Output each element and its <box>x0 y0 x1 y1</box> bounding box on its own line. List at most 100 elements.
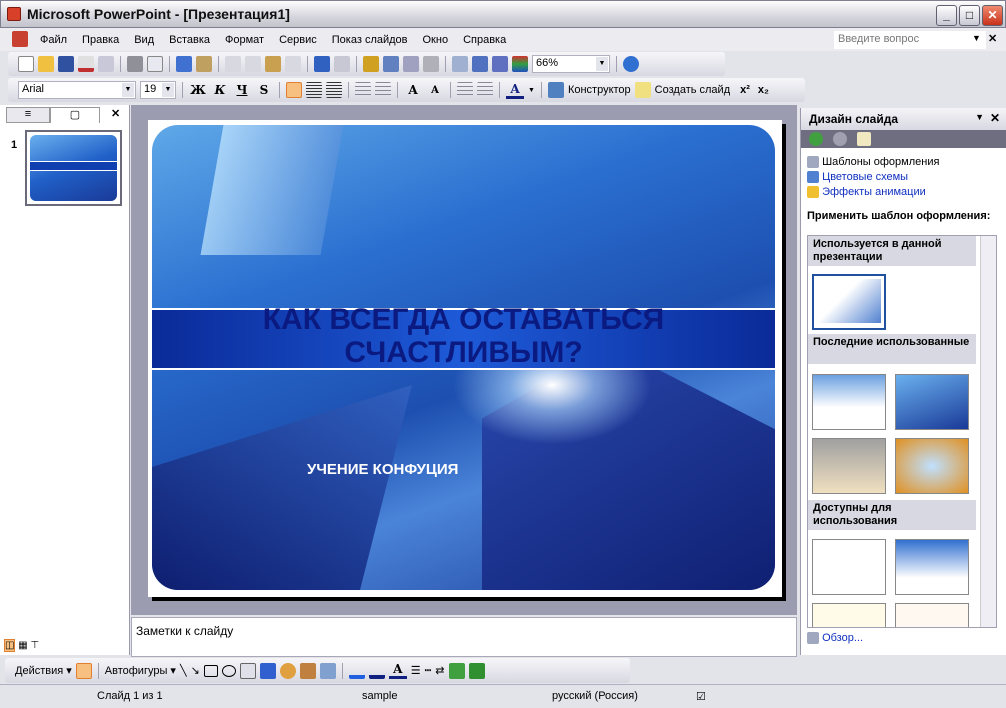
increase-font-icon[interactable]: A <box>404 83 422 97</box>
select-arrow-icon[interactable] <box>75 662 92 679</box>
line-style-icon[interactable]: ☰ <box>411 664 421 677</box>
clipart-icon[interactable] <box>299 662 316 679</box>
line-color-icon[interactable] <box>368 663 385 679</box>
template-recent-3[interactable] <box>812 438 886 494</box>
notes-pane[interactable]: Заметки к слайду <box>131 617 797 657</box>
shadow-icon[interactable] <box>448 662 465 679</box>
menu-help[interactable]: Справка <box>463 34 506 46</box>
task-pane-menu-icon[interactable]: ▼ <box>975 112 984 122</box>
template-available-1[interactable] <box>812 539 886 595</box>
save-icon[interactable] <box>58 56 74 72</box>
font-select[interactable]: Arial ▼ <box>18 81 136 99</box>
normal-view-icon[interactable]: ◫ <box>4 639 16 652</box>
menu-format[interactable]: Формат <box>225 34 264 46</box>
align-left-icon[interactable] <box>286 82 302 98</box>
help-icon[interactable] <box>623 56 639 72</box>
menu-file[interactable]: Файл <box>40 34 67 46</box>
cut-icon[interactable] <box>225 56 241 72</box>
font-color-icon[interactable]: A <box>388 662 407 679</box>
arrow-style-icon[interactable]: ⇄ <box>435 664 444 677</box>
slideshow-icon[interactable]: ⊤ <box>30 640 39 651</box>
open-icon[interactable] <box>38 56 54 72</box>
font-size-select[interactable]: 19 ▼ <box>140 81 176 99</box>
browse-link[interactable]: Обзор... <box>822 632 863 644</box>
redo-icon[interactable] <box>334 56 350 72</box>
link-design-templates[interactable]: Шаблоны оформления <box>822 156 939 168</box>
forward-icon[interactable] <box>833 132 847 146</box>
grid-icon[interactable] <box>492 56 508 72</box>
slide-canvas[interactable]: КАК ВСЕГДА ОСТАВАТЬСЯ СЧАСТЛИВЫМ? УЧЕНИЕ… <box>148 120 782 597</box>
menu-window[interactable]: Окно <box>423 34 449 46</box>
align-right-icon[interactable] <box>326 82 342 98</box>
wordart-icon[interactable] <box>259 662 276 679</box>
hyperlink-icon[interactable] <box>423 56 439 72</box>
underline-button[interactable]: Ч <box>233 83 251 97</box>
template-current[interactable] <box>812 274 886 330</box>
close-button[interactable]: ✕ <box>982 5 1003 26</box>
picture-icon[interactable] <box>319 662 336 679</box>
3d-icon[interactable] <box>468 662 485 679</box>
align-center-icon[interactable] <box>306 82 322 98</box>
arrow-icon[interactable]: ↘ <box>191 664 200 677</box>
close-doc-icon[interactable]: ✕ <box>988 32 997 45</box>
format-painter-icon[interactable] <box>285 56 301 72</box>
close-pane-icon[interactable]: ✕ <box>111 107 120 120</box>
slide-title[interactable]: КАК ВСЕГДА ОСТАВАТЬСЯ СЧАСТЛИВЫМ? <box>212 303 715 369</box>
back-icon[interactable] <box>809 132 823 146</box>
menu-insert[interactable]: Вставка <box>169 34 210 46</box>
shadow-button[interactable]: S <box>255 83 273 97</box>
ask-dropdown-icon[interactable]: ▼ <box>972 33 981 43</box>
menu-tools[interactable]: Сервис <box>279 34 317 46</box>
task-pane-close-icon[interactable]: ✕ <box>990 111 1000 125</box>
slides-tab[interactable]: ▢ <box>50 107 100 123</box>
fill-color-icon[interactable] <box>348 663 365 679</box>
increase-indent-icon[interactable] <box>477 82 493 98</box>
slide-sorter-icon[interactable]: ▦ <box>18 640 27 651</box>
chart-icon[interactable] <box>363 56 379 72</box>
show-formatting-icon[interactable] <box>472 56 488 72</box>
new-slide-button[interactable]: Создать слайд <box>655 84 730 96</box>
designer-button[interactable]: Конструктор <box>568 84 631 96</box>
outline-tab[interactable]: ≡ <box>6 107 50 123</box>
undo-icon[interactable] <box>314 56 330 72</box>
menu-view[interactable]: Вид <box>134 34 154 46</box>
research-icon[interactable] <box>196 56 212 72</box>
print-preview-icon[interactable] <box>147 56 163 72</box>
template-available-2[interactable] <box>895 539 969 595</box>
new-icon[interactable] <box>18 56 34 72</box>
ask-question-input[interactable]: Введите вопрос <box>834 31 986 49</box>
template-available-4[interactable] <box>895 603 969 627</box>
chevron-down-icon[interactable]: ▼ <box>528 87 535 94</box>
template-available-3[interactable] <box>812 603 886 627</box>
copy-icon[interactable] <box>245 56 261 72</box>
table-icon[interactable] <box>383 56 399 72</box>
superscript-button[interactable]: x² <box>740 84 750 96</box>
line-icon[interactable]: ╲ <box>180 664 187 677</box>
templates-scrollbar[interactable] <box>980 236 996 627</box>
actions-menu[interactable]: Действия ▾ <box>15 664 72 677</box>
subscript-button[interactable]: x₂ <box>758 84 769 96</box>
spelling-icon[interactable] <box>176 56 192 72</box>
email-icon[interactable] <box>98 56 114 72</box>
menu-edit[interactable]: Правка <box>82 34 119 46</box>
template-recent-4[interactable] <box>895 438 969 494</box>
dash-style-icon[interactable]: ┅ <box>425 664 432 677</box>
expand-all-icon[interactable] <box>452 56 468 72</box>
diagram-icon[interactable] <box>279 662 296 679</box>
bold-button[interactable]: Ж <box>189 83 207 97</box>
italic-button[interactable]: К <box>211 83 229 97</box>
decrease-font-icon[interactable]: A <box>426 85 444 96</box>
minimize-button[interactable]: _ <box>936 5 957 26</box>
menu-slideshow[interactable]: Показ слайдов <box>332 34 408 46</box>
textbox-icon[interactable] <box>239 662 256 679</box>
bullets-icon[interactable] <box>375 82 391 98</box>
slide-thumbnail[interactable] <box>25 130 122 206</box>
link-color-schemes[interactable]: Цветовые схемы <box>822 171 908 183</box>
zoom-select[interactable]: 66% ▼ <box>532 55 610 73</box>
autoshapes-menu[interactable]: Автофигуры ▾ <box>105 664 176 677</box>
rectangle-icon[interactable] <box>203 664 218 677</box>
decrease-indent-icon[interactable] <box>457 82 473 98</box>
home-icon[interactable] <box>857 132 871 146</box>
numbering-icon[interactable] <box>355 82 371 98</box>
oval-icon[interactable] <box>221 664 236 677</box>
